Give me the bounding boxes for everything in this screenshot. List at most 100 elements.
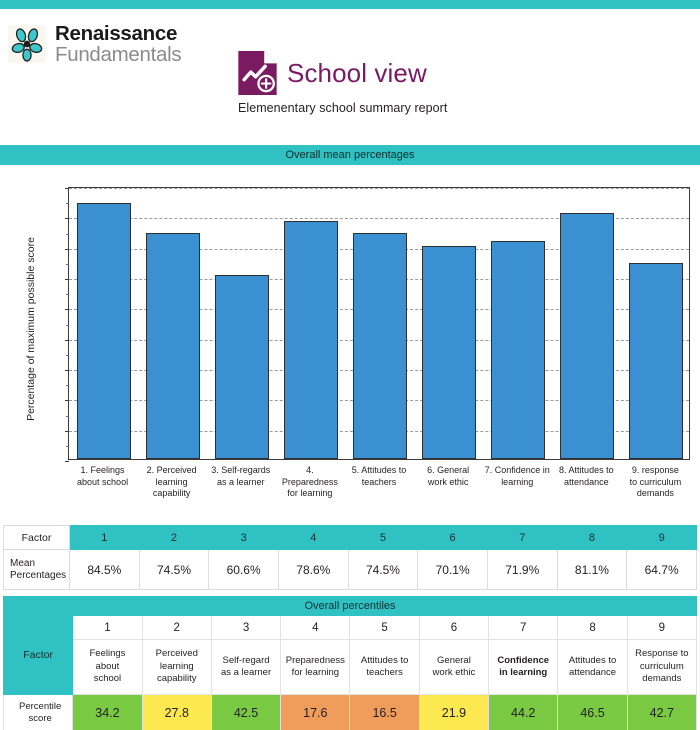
mean-table-row-label: Mean Percentages bbox=[3, 549, 70, 590]
mean-table-cell: 84.5% bbox=[69, 549, 140, 590]
renaissance-flower-logo-icon bbox=[8, 25, 46, 64]
percentiles-factor-name: Attitudes to attendance bbox=[557, 639, 628, 695]
percentiles-factor-name: Feelings about school bbox=[72, 639, 143, 695]
report-page: Renaissance Fundamentals School view Ele… bbox=[0, 0, 700, 730]
chart-bar bbox=[283, 220, 338, 459]
percentiles-column-number: 4 bbox=[280, 615, 351, 640]
percentile-score-cell: 46.5 bbox=[557, 694, 628, 730]
percentiles-factor-name: Preparedness for learning bbox=[280, 639, 351, 695]
chart-y-minor-tick bbox=[66, 354, 69, 356]
chart-x-axis-label: 3. Self-regards as a learner bbox=[211, 465, 271, 487]
percentiles-column-number: 8 bbox=[557, 615, 628, 640]
section-header-mean-percentages: Overall mean percentages bbox=[0, 145, 700, 165]
chart-x-axis-label: 5. Attitudes to teachers bbox=[351, 465, 407, 487]
chart-x-axis-label: 6. General work ethic bbox=[427, 465, 470, 487]
chart-bar bbox=[214, 275, 269, 459]
mean-table-column-header: 8 bbox=[556, 525, 628, 550]
section-header-percentiles-label: Overall percentiles bbox=[3, 596, 697, 616]
percentile-score-cell: 27.8 bbox=[141, 694, 212, 730]
chart-bar bbox=[629, 262, 684, 459]
mean-table-corner-label: Factor bbox=[3, 525, 70, 550]
percentiles-factor-name: Self-regard as a learner bbox=[210, 639, 282, 695]
percentiles-factor-name: Attitudes to teachers bbox=[349, 639, 420, 695]
chart-y-tick bbox=[65, 430, 69, 432]
report-heading: School view Elemenentary school summary … bbox=[236, 50, 536, 115]
mean-table-column-header: 9 bbox=[626, 525, 697, 550]
chart-x-axis-label: 1. Feelings about school bbox=[77, 465, 129, 487]
chart-x-axis-label: 4. Preparedness for learning bbox=[281, 465, 338, 499]
percentile-score-cell: 42.7 bbox=[626, 694, 698, 730]
mean-table-cell: 78.6% bbox=[277, 549, 349, 590]
bar-chart: Percentage of maximum possible score 0%1… bbox=[0, 175, 700, 515]
percentiles-column-number: 1 bbox=[72, 615, 143, 640]
chart-y-tick bbox=[65, 339, 69, 341]
mean-table-column-header: 3 bbox=[208, 525, 279, 550]
chart-y-tick bbox=[65, 461, 69, 462]
mean-table-column-header: 1 bbox=[69, 525, 140, 550]
percentiles-factor-name: General work ethic bbox=[418, 639, 490, 695]
chart-gridline bbox=[69, 188, 689, 189]
mean-table-cell: 81.1% bbox=[556, 549, 628, 590]
chart-y-minor-tick bbox=[66, 203, 69, 205]
chart-y-tick bbox=[65, 370, 69, 371]
chart-x-axis-label: 8. Attitudes to attendance bbox=[559, 465, 614, 487]
chart-bar bbox=[560, 213, 615, 459]
percentiles-column-number: 6 bbox=[418, 615, 490, 640]
mean-table-column-header: 5 bbox=[347, 525, 419, 550]
percentiles-score-row: Percentile score 34.2 27.8 42.5 17.6 16.5 21.9… bbox=[2, 694, 698, 730]
percentiles-column-number: 7 bbox=[488, 615, 559, 640]
chart-x-axis-label: 2. Perceived learning capability bbox=[146, 465, 197, 499]
chart-y-minor-tick bbox=[66, 263, 69, 265]
brand-name: Renaissance bbox=[55, 22, 178, 45]
percentiles-column-number: 5 bbox=[349, 615, 420, 640]
percentiles-factor-label: Factor bbox=[2, 615, 74, 695]
mean-table-cell: 64.7% bbox=[626, 549, 697, 590]
percentiles-factor-name: Response to curriculum demands bbox=[626, 639, 698, 695]
chart-x-axis-label: 7. Confidence in learning bbox=[484, 465, 550, 487]
percentile-score-cell: 21.9 bbox=[418, 694, 490, 730]
chart-y-tick bbox=[65, 400, 69, 402]
mean-table-column-header: 6 bbox=[417, 525, 488, 550]
percentiles-row-label: Percentile score bbox=[2, 694, 74, 730]
mean-table-column-header: 4 bbox=[277, 525, 349, 550]
chart-y-tick bbox=[65, 218, 69, 220]
chart-bar bbox=[422, 246, 477, 459]
chart-x-axis-labels: 1. Feelings about school 2. Perceived learn… bbox=[68, 465, 690, 513]
chart-y-minor-tick bbox=[66, 385, 69, 387]
percentiles-number-header-row: Factor 123456789 bbox=[2, 615, 698, 695]
mean-table-cell: 74.5% bbox=[138, 549, 210, 590]
mean-percentages-table: Factor 123456789 Mean Percentages 84.5% 74… bbox=[3, 525, 697, 590]
chart-bar bbox=[491, 240, 546, 459]
mean-table-column-header: 7 bbox=[486, 525, 558, 550]
chart-y-tick bbox=[65, 248, 69, 250]
percentile-score-cell: 16.5 bbox=[349, 694, 420, 730]
report-subtitle: Elemenentary school summary report bbox=[238, 101, 448, 115]
chart-y-minor-tick bbox=[66, 294, 69, 296]
chart-y-minor-tick bbox=[66, 324, 69, 326]
percentiles-factor-name: Perceived learning capability bbox=[141, 639, 212, 695]
brand-logo-block: Renaissance Fundamentals bbox=[8, 22, 182, 67]
overall-percentiles-table: Overall percentiles Factor 123456789 Fee… bbox=[2, 596, 698, 730]
brand-product: Fundamentals bbox=[55, 43, 182, 67]
chart-y-tick bbox=[65, 188, 69, 189]
mean-table-cell: 71.9% bbox=[486, 549, 558, 590]
chart-y-minor-tick bbox=[66, 445, 69, 447]
chart-y-minor-tick bbox=[66, 233, 69, 235]
chart-y-tick bbox=[65, 279, 69, 280]
percentile-score-cell: 34.2 bbox=[72, 694, 143, 730]
mean-table-column-header: 2 bbox=[138, 525, 210, 550]
top-accent-strip bbox=[0, 0, 700, 9]
percentiles-column-number: 9 bbox=[626, 615, 698, 640]
percentiles-column-number: 2 bbox=[141, 615, 212, 640]
chart-y-minor-tick bbox=[66, 415, 69, 417]
percentiles-factor-name-row: Feelings about school Perceived learning capa… bbox=[4, 639, 698, 695]
chart-bar bbox=[353, 233, 407, 459]
mean-table-cell: 60.6% bbox=[208, 549, 279, 590]
percentiles-title-row: Overall percentiles bbox=[3, 596, 697, 616]
percentiles-factor-name: Confidence in learning bbox=[488, 639, 559, 695]
table-row: Mean Percentages 84.5% 74.5% 60.6% 78.6% 74.5… bbox=[3, 549, 697, 590]
chart-plot-area: 0%10%20%30%40%50%60%70%80%90% bbox=[65, 187, 690, 462]
chart-x-axis-label: 9. response to curriculum demands bbox=[629, 465, 682, 499]
mean-table-cell: 74.5% bbox=[347, 549, 419, 590]
page-title: School view bbox=[287, 57, 427, 88]
